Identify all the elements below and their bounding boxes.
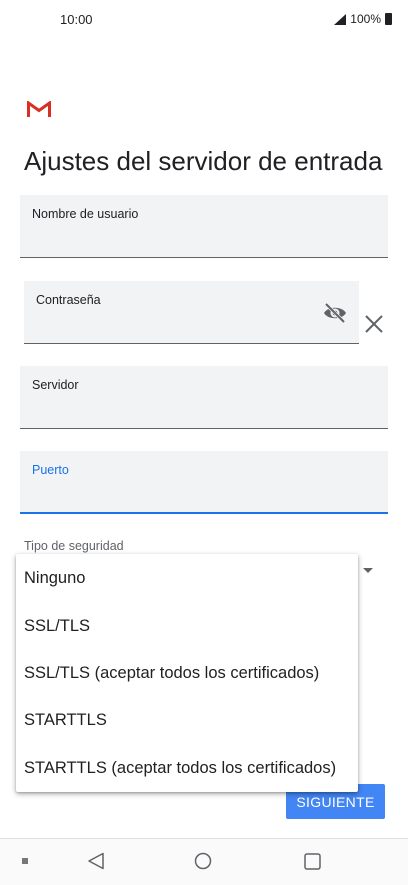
menu-item-ssl-tls-accept-all[interactable]: SSL/TLS (aceptar todos los certificados) [24, 664, 319, 683]
server-label: Servidor [32, 378, 79, 392]
back-icon[interactable] [87, 852, 105, 870]
gmail-m-icon [27, 101, 51, 117]
status-bar: 10:00 100% [0, 0, 408, 40]
password-label: Contraseña [36, 293, 101, 307]
home-icon[interactable] [194, 852, 212, 870]
battery-icon [385, 13, 392, 25]
server-field[interactable]: Servidor [20, 366, 388, 429]
signal-icon [334, 13, 347, 25]
status-time: 10:00 [60, 12, 93, 27]
page-title: Ajustes del servidor de entrada [24, 146, 383, 176]
dropdown-arrow-icon[interactable] [363, 568, 373, 573]
username-label: Nombre de usuario [32, 207, 139, 221]
visibility-off-icon[interactable] [323, 303, 347, 323]
navigation-bar [0, 838, 408, 885]
security-type-label: Tipo de seguridad [24, 539, 124, 553]
menu-item-none[interactable]: Ninguno [24, 569, 85, 588]
nav-indicator-icon [22, 858, 28, 864]
password-field[interactable]: Contraseña [24, 281, 359, 344]
port-field[interactable]: Puerto [20, 451, 388, 514]
menu-item-starttls-accept-all[interactable]: STARTTLS (aceptar todos los certificados… [24, 759, 336, 778]
status-indicators: 100% [334, 12, 392, 26]
username-field[interactable]: Nombre de usuario [20, 195, 388, 258]
menu-item-ssl-tls[interactable]: SSL/TLS [24, 617, 90, 636]
security-type-menu: Ninguno SSL/TLS SSL/TLS (aceptar todos l… [16, 554, 358, 792]
port-label: Puerto [32, 463, 69, 477]
menu-item-starttls[interactable]: STARTTLS [24, 711, 107, 730]
battery-percentage: 100% [350, 12, 381, 26]
close-icon[interactable] [363, 313, 385, 335]
recents-icon[interactable] [304, 853, 321, 870]
